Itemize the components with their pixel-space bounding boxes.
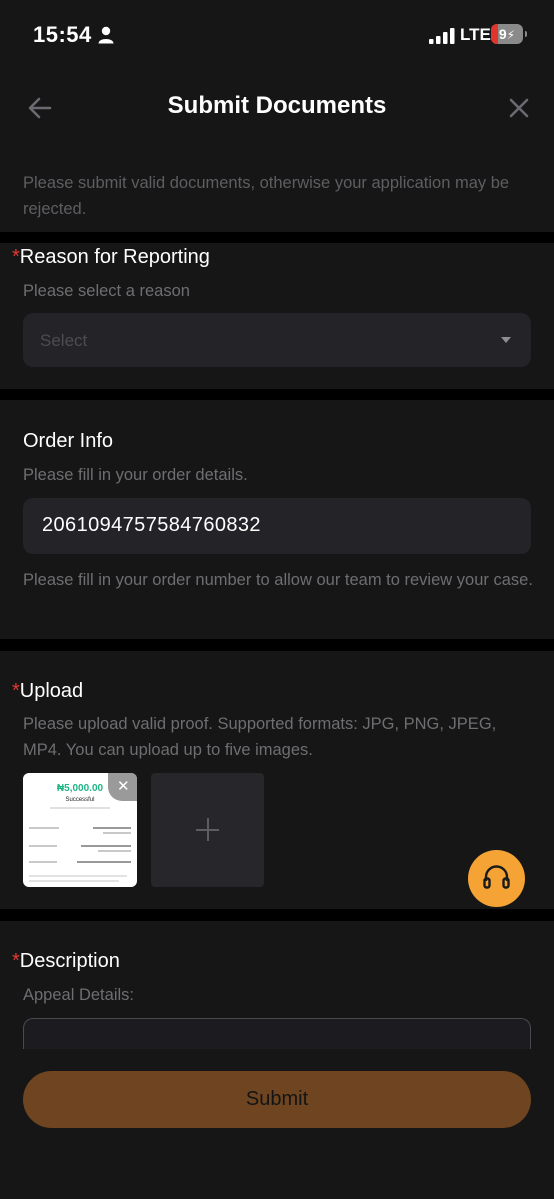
bottom-bar: Submit [0, 1049, 554, 1199]
reason-section: *Reason for Reporting Please select a re… [0, 243, 554, 389]
order-section: Order Info Please fill in your order det… [0, 400, 554, 639]
uploaded-receipt-thumbnail[interactable]: ₦5,000.00 Successful ✕ [23, 773, 137, 887]
notice-text: Please submit valid documents, otherwise… [23, 174, 510, 218]
order-hint: Please fill in your order number to allo… [23, 571, 533, 589]
network-label: LTE [460, 25, 491, 44]
battery-icon: 9⚡ [491, 24, 523, 44]
upload-subtitle: Please upload valid proof. Supported for… [23, 715, 497, 759]
customer-support-button[interactable] [468, 850, 525, 907]
reason-select-placeholder: Select [40, 331, 88, 350]
signal-icon [429, 28, 455, 44]
reason-title: *Reason for Reporting [12, 246, 210, 268]
page-header: Submit Documents Please submit valid doc… [0, 70, 554, 232]
person-icon [98, 26, 114, 44]
description-section: *Description Appeal Details: [0, 921, 554, 1079]
status-time: 15:54 [33, 22, 92, 47]
description-title: *Description [12, 950, 120, 972]
submit-button[interactable]: Submit [23, 1071, 531, 1128]
add-image-button[interactable] [151, 773, 264, 887]
battery-level: 9 [498, 26, 507, 42]
order-number-input[interactable]: 2061094757584760832 [23, 498, 531, 554]
headset-icon [483, 865, 510, 889]
remove-image-button[interactable]: ✕ [108, 773, 137, 801]
order-subtitle: Please fill in your order details. [23, 466, 248, 484]
order-title: Order Info [23, 430, 114, 452]
order-number-value: 2061094757584760832 [42, 514, 261, 536]
reason-subtitle: Please select a reason [23, 282, 190, 300]
description-subtitle: Appeal Details: [23, 986, 134, 1004]
dropdown-caret-icon [501, 337, 511, 343]
upload-title: *Upload [12, 680, 84, 702]
close-icon[interactable] [507, 96, 531, 120]
status-bar: 15:54 LTE 9⚡ [0, 0, 554, 70]
close-icon: ✕ [117, 778, 130, 795]
page-title: Submit Documents [167, 92, 387, 119]
reason-select[interactable]: Select [23, 313, 531, 367]
